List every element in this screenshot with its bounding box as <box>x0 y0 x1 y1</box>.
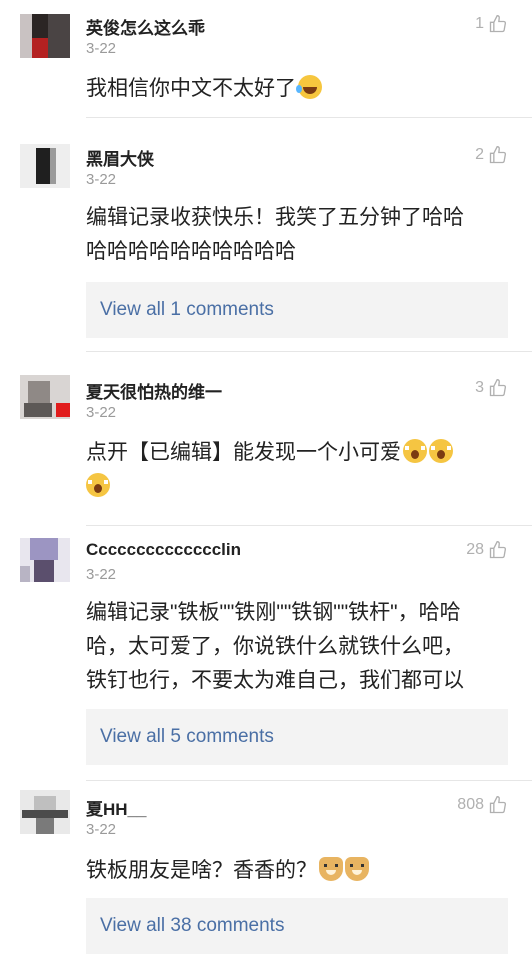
scared-face-emoji-icon <box>86 473 110 497</box>
scared-face-emoji-icon <box>429 439 453 463</box>
comment-text: 编辑记录"铁板""铁刚""铁钢""铁杆"，哈哈 哈，太可爱了，你说铁什么就铁什么… <box>86 596 506 698</box>
comment-date: 3-22 <box>86 821 117 838</box>
comment-item: Cccccccccccccclin 3-22 28 编辑记录"铁板""铁刚""铁… <box>0 526 532 782</box>
comment-text-line: 编辑记录收获快乐！我笑了五分钟了哈哈 <box>86 206 464 229</box>
comment-text-content: 我相信你中文不太好了 <box>86 77 296 100</box>
comment-date: 3-22 <box>86 566 117 583</box>
view-all-replies-button[interactable]: View all 5 comments <box>86 709 508 765</box>
view-all-replies-button[interactable]: View all 1 comments <box>86 282 508 338</box>
comment-item: 黑眉大侠 3-22 2 编辑记录收获快乐！我笑了五分钟了哈哈 哈哈哈哈哈哈哈哈哈… <box>0 118 532 352</box>
like-button[interactable]: 3 <box>475 378 508 398</box>
comment-date: 3-22 <box>86 404 117 421</box>
comment-author[interactable]: 夏天很怕热的维一 <box>86 378 222 403</box>
comment-text-content: 点开【已编辑】能发现一个小可爱 <box>86 441 401 464</box>
comment-text: 点开【已编辑】能发现一个小可爱 <box>86 436 506 504</box>
thumbs-up-icon <box>489 795 507 814</box>
like-count: 808 <box>457 796 484 813</box>
comment-text: 铁板朋友是啥？香香的？ <box>86 854 506 888</box>
comment-text-line: 编辑记录"铁板""铁刚""铁钢""铁杆"，哈哈 <box>86 601 461 624</box>
comment-date: 3-22 <box>86 171 117 188</box>
avatar[interactable] <box>20 790 70 834</box>
like-button[interactable]: 1 <box>475 14 508 34</box>
comment-text-line: 哈，太可爱了，你说铁什么就铁什么吧， <box>86 635 464 658</box>
doge-emoji-icon <box>319 857 343 881</box>
crying-laughing-emoji-icon <box>296 75 322 99</box>
avatar[interactable] <box>20 144 70 188</box>
like-count: 1 <box>475 15 484 32</box>
comment-text-line: 铁钉也行，不要太为难自己，我们都可以 <box>86 669 464 692</box>
comment-item: 英俊怎么这么乖 3-22 1 我相信你中文不太好了 <box>0 0 532 118</box>
like-button[interactable]: 2 <box>475 145 508 165</box>
comment-author[interactable]: Cccccccccccccclin <box>86 540 241 560</box>
comment-author[interactable]: 英俊怎么这么乖 <box>86 14 205 39</box>
comment-author[interactable]: 黑眉大侠 <box>86 145 154 170</box>
comment-text-line: 哈哈哈哈哈哈哈哈哈哈 <box>86 240 296 263</box>
comment-text: 我相信你中文不太好了 <box>86 72 506 106</box>
comment-date: 3-22 <box>86 40 117 57</box>
comment-author[interactable]: 夏HH__ <box>86 795 146 820</box>
comment-feed: 英俊怎么这么乖 3-22 1 我相信你中文不太好了 黑眉大侠 3-22 2 编辑… <box>0 0 532 968</box>
like-count: 3 <box>475 379 484 396</box>
view-all-replies-button[interactable]: View all 38 comments <box>86 898 508 954</box>
divider <box>86 780 532 781</box>
like-count: 28 <box>466 541 484 558</box>
avatar[interactable] <box>20 375 70 419</box>
avatar[interactable] <box>20 14 70 58</box>
comment-item: 夏天很怕热的维一 3-22 3 点开【已编辑】能发现一个小可爱 <box>0 351 532 526</box>
comment-text: 编辑记录收获快乐！我笑了五分钟了哈哈 哈哈哈哈哈哈哈哈哈哈 <box>86 201 506 269</box>
thumbs-up-icon <box>489 145 507 164</box>
doge-emoji-icon <box>345 857 369 881</box>
comment-text-content: 铁板朋友是啥？香香的？ <box>86 859 317 882</box>
thumbs-up-icon <box>489 14 507 33</box>
thumbs-up-icon <box>489 540 507 559</box>
comment-item: 夏HH__ 3-22 808 铁板朋友是啥？香香的？ View all 38 c… <box>0 782 532 968</box>
scared-face-emoji-icon <box>403 439 427 463</box>
like-button[interactable]: 808 <box>457 795 508 815</box>
avatar[interactable] <box>20 538 70 582</box>
thumbs-up-icon <box>489 378 507 397</box>
like-button[interactable]: 28 <box>466 540 508 560</box>
like-count: 2 <box>475 146 484 163</box>
